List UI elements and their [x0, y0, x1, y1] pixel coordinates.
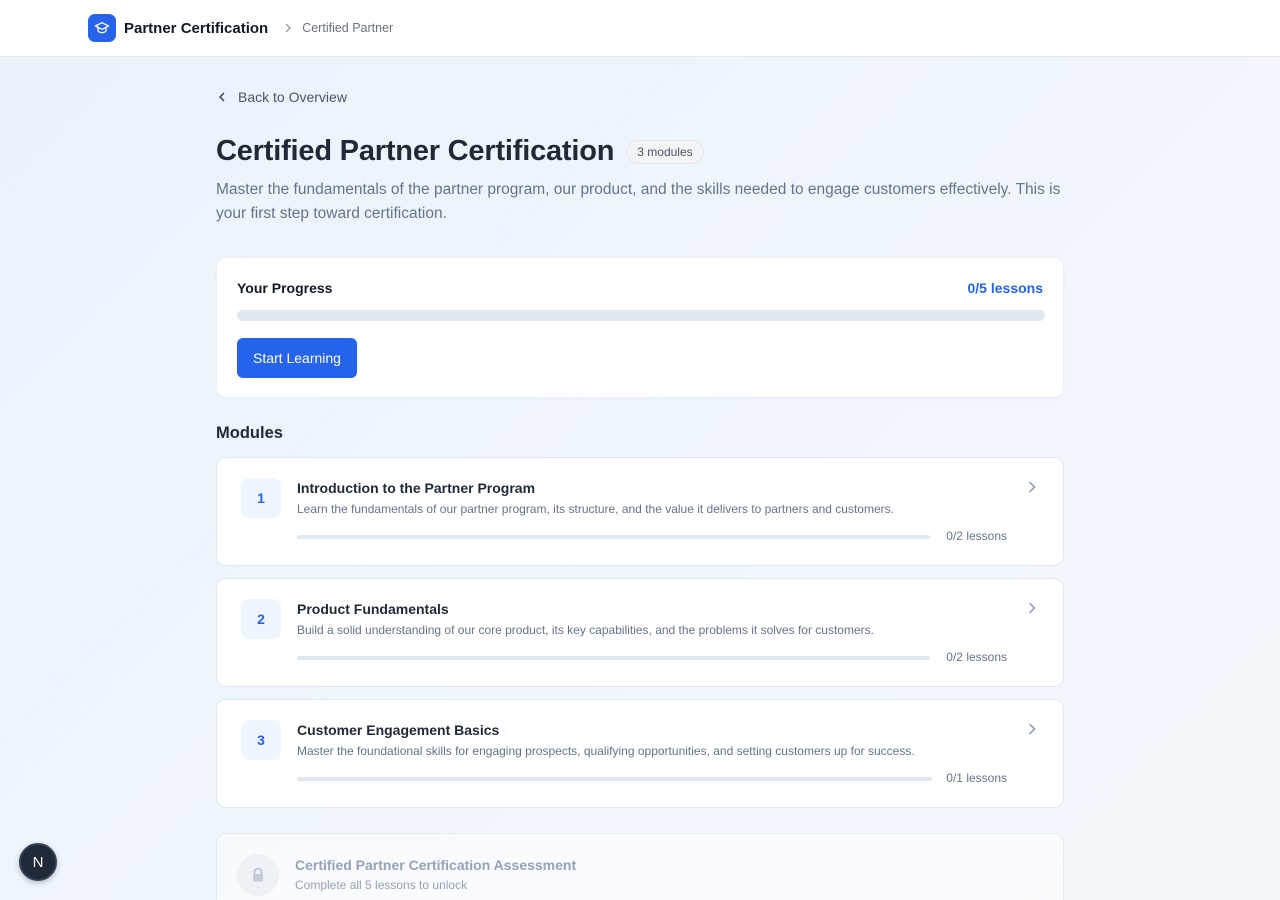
- page-description: Master the fundamentals of the partner p…: [216, 181, 1061, 222]
- module-title: Product Fundamentals: [297, 601, 449, 617]
- module-description: Build a solid understanding of our core …: [297, 623, 874, 637]
- progress-card: Your Progress 0/5 lessons Start Learning: [216, 257, 1064, 398]
- modules-count-badge: 3 modules: [626, 139, 704, 164]
- back-link-label: Back to Overview: [238, 89, 347, 105]
- module-progress-bar: [297, 535, 930, 539]
- brand-title[interactable]: Partner Certification: [124, 20, 268, 37]
- title-row: Certified Partner Certification 3 module…: [216, 135, 704, 168]
- module-number: 2: [241, 599, 281, 639]
- top-bar: Partner Certification Certified Partner: [0, 0, 1280, 57]
- module-title: Introduction to the Partner Program: [297, 480, 536, 496]
- overall-progress-bar: [237, 310, 1045, 321]
- module-card-3[interactable]: 3 Customer Engagement Basics Master the …: [216, 699, 1064, 808]
- module-list: 1 Introduction to the Partner Program Le…: [216, 457, 1064, 820]
- assessment-title: Certified Partner Certification Assessme…: [295, 857, 577, 873]
- chevron-right-icon: [282, 21, 296, 35]
- back-to-overview-link[interactable]: Back to Overview: [216, 89, 347, 105]
- module-lesson-count: 0/1 lessons: [946, 771, 1007, 785]
- progress-label: Your Progress: [237, 280, 333, 296]
- module-lesson-count: 0/2 lessons: [946, 529, 1007, 543]
- start-learning-button[interactable]: Start Learning: [237, 338, 357, 378]
- breadcrumb-current: Certified Partner: [302, 21, 394, 35]
- module-progress-bar: [297, 656, 930, 660]
- page-title: Certified Partner Certification: [216, 135, 615, 167]
- chevron-right-icon: [1029, 481, 1036, 493]
- module-card-1[interactable]: 1 Introduction to the Partner Program Le…: [216, 457, 1064, 566]
- module-title: Customer Engagement Basics: [297, 722, 500, 738]
- module-number: 1: [241, 478, 281, 518]
- module-lesson-count: 0/2 lessons: [946, 650, 1007, 664]
- chevron-right-icon: [1029, 602, 1036, 614]
- lock-icon: [237, 854, 279, 896]
- assessment-subtitle: Complete all 5 lessons to unlock: [295, 878, 468, 892]
- dev-tools-badge[interactable]: N: [19, 843, 57, 881]
- progress-count: 0/5 lessons: [967, 280, 1044, 296]
- modules-heading: Modules: [216, 424, 283, 442]
- module-number: 3: [241, 720, 281, 760]
- chevron-left-icon: [219, 92, 225, 102]
- assessment-card: Certified Partner Certification Assessme…: [216, 833, 1064, 900]
- module-description: Learn the fundamentals of our partner pr…: [297, 502, 894, 516]
- graduation-cap-icon[interactable]: [88, 14, 116, 42]
- chevron-right-icon: [1029, 723, 1036, 735]
- module-card-2[interactable]: 2 Product Fundamentals Build a solid und…: [216, 578, 1064, 687]
- module-progress-bar: [297, 777, 932, 781]
- module-description: Master the foundational skills for engag…: [297, 744, 915, 758]
